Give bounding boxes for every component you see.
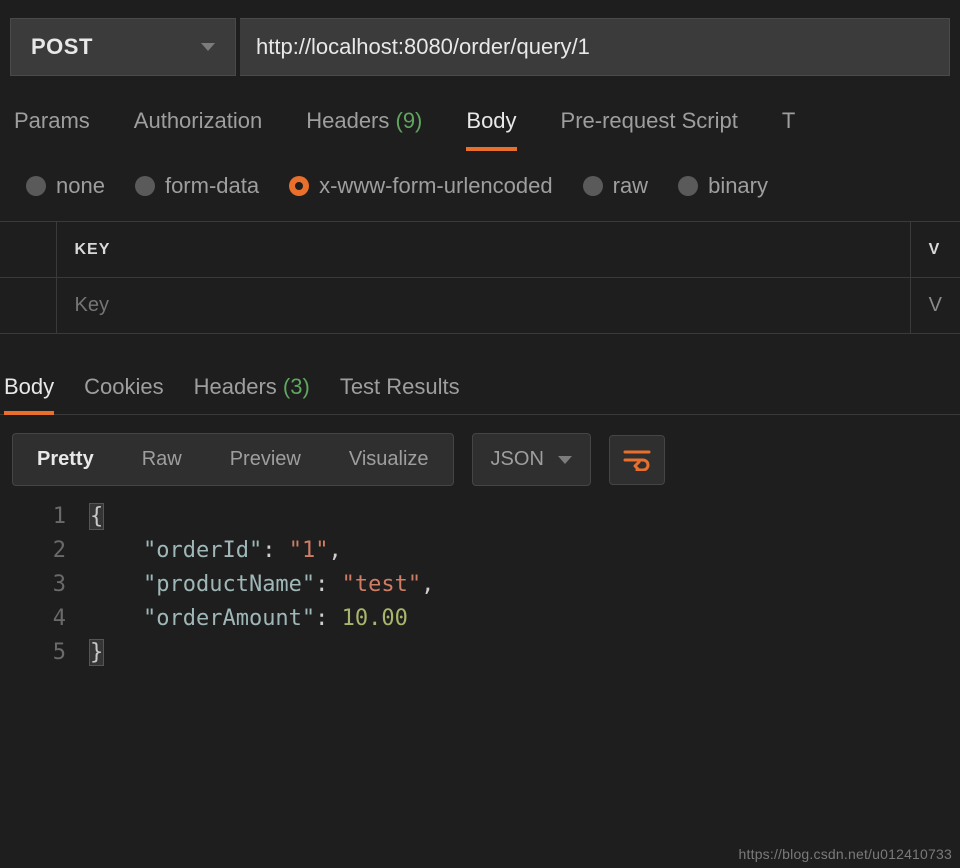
chevron-down-icon <box>201 43 215 51</box>
request-tabs: Params Authorization Headers (9) Body Pr… <box>0 76 960 151</box>
tab-prerequest[interactable]: Pre-request Script <box>561 108 738 150</box>
kv-header-row: KEY V <box>0 222 960 278</box>
view-visualize-button[interactable]: Visualize <box>325 434 453 485</box>
response-format-label: JSON <box>491 448 544 471</box>
chevron-down-icon <box>558 456 572 464</box>
wrap-lines-button[interactable] <box>609 435 665 485</box>
resp-tab-cookies[interactable]: Cookies <box>84 368 163 414</box>
watermark-text: https://blog.csdn.net/u012410733 <box>739 846 952 862</box>
response-toolbar: Pretty Raw Preview Visualize JSON <box>0 415 960 486</box>
radio-icon <box>583 176 603 196</box>
body-type-raw[interactable]: raw <box>583 173 648 199</box>
kv-table: KEY V V <box>0 221 960 334</box>
radio-label: none <box>56 173 105 199</box>
kv-value-trail: V <box>910 278 960 334</box>
resp-tab-headers-label: Headers <box>194 374 277 399</box>
radio-icon <box>135 176 155 196</box>
http-method-label: POST <box>31 34 93 60</box>
resp-headers-count-badge: (3) <box>283 374 310 399</box>
tab-headers[interactable]: Headers (9) <box>306 108 422 150</box>
tab-truncated: T <box>782 108 795 150</box>
body-type-radios: none form-data x-www-form-urlencoded raw… <box>0 151 960 221</box>
resp-tab-body[interactable]: Body <box>4 368 54 414</box>
resp-tab-headers[interactable]: Headers (3) <box>194 368 310 414</box>
radio-label: x-www-form-urlencoded <box>319 173 553 199</box>
wrap-icon <box>623 449 651 471</box>
kv-key-input[interactable] <box>75 294 892 317</box>
body-type-urlencoded[interactable]: x-www-form-urlencoded <box>289 173 553 199</box>
tab-headers-label: Headers <box>306 108 389 133</box>
view-pretty-button[interactable]: Pretty <box>13 434 118 485</box>
kv-input-row: V <box>0 278 960 334</box>
headers-count-badge: (9) <box>396 108 423 133</box>
line-number: 2 <box>0 534 90 568</box>
request-row: POST <box>0 0 960 76</box>
view-mode-segment: Pretty Raw Preview Visualize <box>12 433 454 486</box>
http-method-select[interactable]: POST <box>10 18 236 76</box>
line-number: 5 <box>0 636 90 670</box>
kv-corner-cell <box>0 222 56 278</box>
radio-icon <box>26 176 46 196</box>
kv-row-handle[interactable] <box>0 278 56 334</box>
line-number: 1 <box>0 500 90 534</box>
line-number: 4 <box>0 602 90 636</box>
body-type-form-data[interactable]: form-data <box>135 173 259 199</box>
line-number: 3 <box>0 568 90 602</box>
tab-body[interactable]: Body <box>466 108 516 150</box>
radio-icon <box>289 176 309 196</box>
radio-label: raw <box>613 173 648 199</box>
tab-authorization[interactable]: Authorization <box>134 108 262 150</box>
view-preview-button[interactable]: Preview <box>206 434 325 485</box>
body-type-binary[interactable]: binary <box>678 173 768 199</box>
response-body-code[interactable]: 1 { 2 "orderId": "1", 3 "productName": "… <box>0 486 960 670</box>
radio-label: binary <box>708 173 768 199</box>
tab-params[interactable]: Params <box>14 108 90 150</box>
kv-header-key: KEY <box>56 222 910 278</box>
response-format-select[interactable]: JSON <box>472 433 591 486</box>
kv-header-value-trail: V <box>910 222 960 278</box>
view-raw-button[interactable]: Raw <box>118 434 206 485</box>
radio-label: form-data <box>165 173 259 199</box>
radio-icon <box>678 176 698 196</box>
response-tabs: Body Cookies Headers (3) Test Results <box>0 368 960 414</box>
body-type-none[interactable]: none <box>26 173 105 199</box>
resp-tab-test-results[interactable]: Test Results <box>340 368 460 414</box>
url-input[interactable] <box>240 18 950 76</box>
